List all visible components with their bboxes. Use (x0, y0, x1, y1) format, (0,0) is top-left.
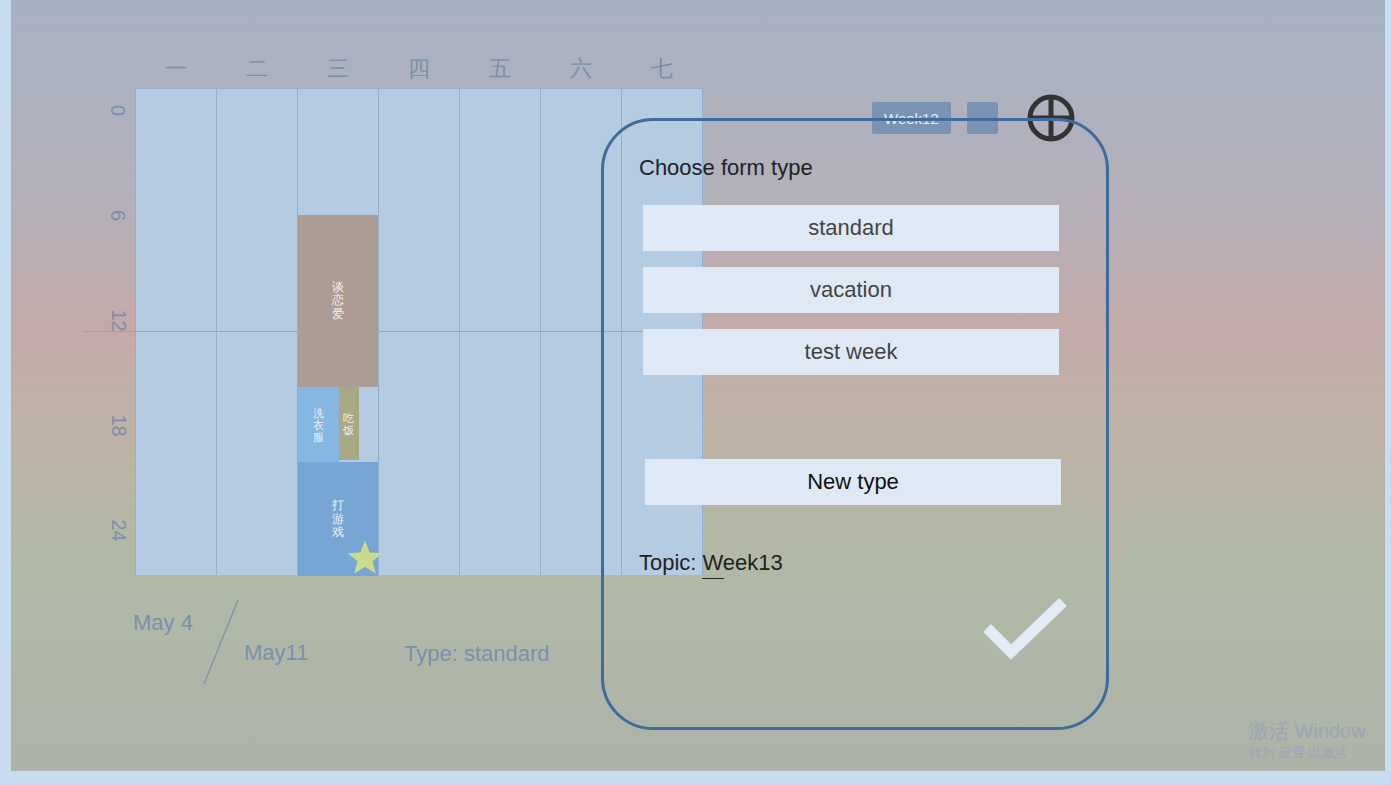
range-divider (133, 600, 253, 690)
day-label: 五 (460, 55, 541, 88)
day-header: 一二三四五六七 (135, 55, 703, 88)
noon-line (83, 331, 703, 332)
type-options: standard vacation test week (639, 205, 1067, 375)
confirm-check-icon[interactable] (983, 598, 1067, 660)
background-canvas: 一二三四五六七06121824谈恋爱洗衣服吃饭打游戏May 4May11Type… (11, 0, 1385, 771)
topic-field: Topic:Week13 (639, 550, 1067, 576)
calendar-event[interactable]: 洗衣服 (298, 387, 339, 462)
day-label: 一 (135, 55, 216, 88)
hour-label: 24 (83, 520, 135, 540)
day-label: 六 (541, 55, 622, 88)
range-start: May 4 (133, 610, 193, 636)
day-label: 七 (622, 55, 703, 88)
date-range: May 4 May11 (133, 600, 393, 690)
type-option[interactable]: vacation (643, 267, 1059, 313)
day-column[interactable] (541, 89, 622, 575)
hour-label: 0 (83, 100, 135, 120)
topic-input[interactable]: Week13 (702, 550, 782, 576)
dialog-title: Choose form type (639, 155, 1067, 181)
day-column[interactable] (217, 89, 298, 575)
day-column[interactable] (379, 89, 460, 575)
type-option[interactable]: test week (643, 329, 1059, 375)
day-label: 三 (297, 55, 378, 88)
new-type-button[interactable]: New type (645, 459, 1061, 505)
hour-label: 12 (83, 310, 135, 330)
day-column[interactable]: 谈恋爱洗衣服吃饭打游戏 (298, 89, 379, 575)
form-type-dialog: Choose form type standard vacation test wee… (601, 118, 1109, 730)
calendar-event[interactable]: 谈恋爱 (298, 215, 378, 387)
range-end: May11 (244, 640, 308, 666)
day-label: 四 (378, 55, 459, 88)
day-column[interactable] (460, 89, 541, 575)
day-column[interactable] (136, 89, 217, 575)
form-type-label: Type: standard (404, 641, 550, 690)
app-window: 一二三四五六七06121824谈恋爱洗衣服吃饭打游戏May 4May11Type… (0, 0, 1391, 785)
calendar-event[interactable]: 吃饭 (339, 387, 359, 460)
hour-label: 6 (83, 205, 135, 225)
type-option[interactable]: standard (643, 205, 1059, 251)
activation-watermark: 激活 Window转到 设置 以激活 (1249, 718, 1366, 762)
topic-label: Topic: (639, 550, 696, 576)
day-label: 二 (216, 55, 297, 88)
week-info: May 4 May11 Type: standard (133, 600, 1385, 690)
hour-label: 18 (83, 415, 135, 435)
